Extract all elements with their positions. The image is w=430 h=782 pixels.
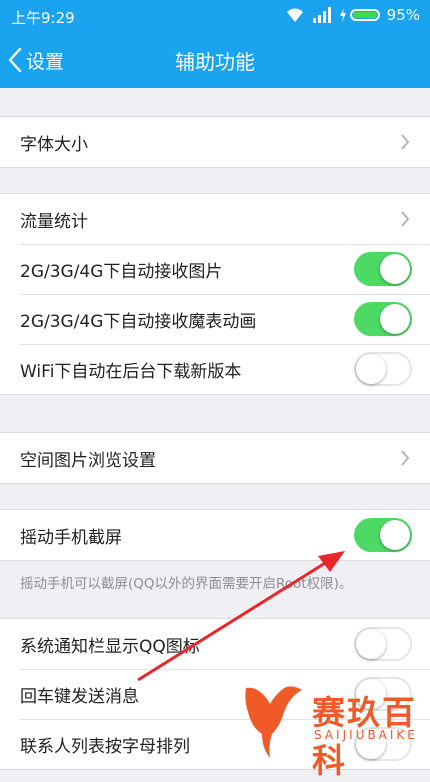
row-label: 回车键发送消息 [20,686,139,707]
row-label: 联系人列表按字母排列 [20,736,190,757]
row-font-size[interactable]: 字体大小 [0,117,430,167]
settings-group-zone: 空间图片浏览设置 [0,432,430,484]
whale-tail-icon [245,686,302,758]
auto-receive-images-toggle[interactable] [354,252,412,286]
nav-bar: 设置 辅助功能 [0,32,430,88]
battery-percent: 95% [386,6,420,24]
row-wifi-auto-download: WiFi下自动在后台下载新版本 [0,344,430,394]
row-auto-receive-images: 2G/3G/4G下自动接收图片 [0,244,430,294]
auto-receive-animations-toggle[interactable] [354,302,412,336]
chevron-right-icon [401,134,410,150]
row-label: 2G/3G/4G下自动接收魔表动画 [20,311,257,332]
row-label: 系统通知栏显示QQ图标 [20,636,200,657]
row-notification-icon: 系统通知栏显示QQ图标 [0,619,430,669]
header: 上午9:29 95% 设置 辅助功能 [0,0,430,88]
shake-screenshot-toggle[interactable] [354,518,412,552]
watermark-logo: 赛玖百科 SAIJIUBAIKE [240,680,430,780]
shake-hint-text: 摇动手机可以截屏(QQ以外的界面需要开启Root权限)。 [20,576,353,592]
wifi-icon [285,7,305,23]
row-traffic-stats[interactable]: 流量统计 [0,194,430,244]
wifi-auto-download-toggle[interactable] [354,352,412,386]
status-bar: 上午9:29 95% [0,0,430,32]
row-label: WiFi下自动在后台下载新版本 [20,361,242,382]
status-time: 上午9:29 [11,9,75,27]
row-label: 字体大小 [20,134,88,155]
row-shake-screenshot: 摇动手机截屏 [0,510,430,560]
notification-icon-toggle[interactable] [354,627,412,661]
settings-group-shake: 摇动手机截屏 [0,509,430,561]
page-title: 辅助功能 [175,50,255,74]
battery-icon [339,8,380,22]
status-indicators: 95% [285,6,420,24]
row-label: 摇动手机截屏 [20,527,122,548]
settings-group-font: 字体大小 [0,116,430,168]
row-label: 2G/3G/4G下自动接收图片 [20,261,223,282]
settings-group-traffic: 流量统计 2G/3G/4G下自动接收图片 2G/3G/4G下自动接收魔表动画 W… [0,193,430,395]
row-auto-receive-animations: 2G/3G/4G下自动接收魔表动画 [0,294,430,344]
chevron-right-icon [401,450,410,466]
row-label: 空间图片浏览设置 [20,450,156,471]
watermark-en: SAIJIUBAIKE [314,728,418,742]
signal-icon [312,7,332,23]
row-zone-image-settings[interactable]: 空间图片浏览设置 [0,433,430,483]
chevron-right-icon [401,211,410,227]
row-label: 流量统计 [20,211,88,232]
